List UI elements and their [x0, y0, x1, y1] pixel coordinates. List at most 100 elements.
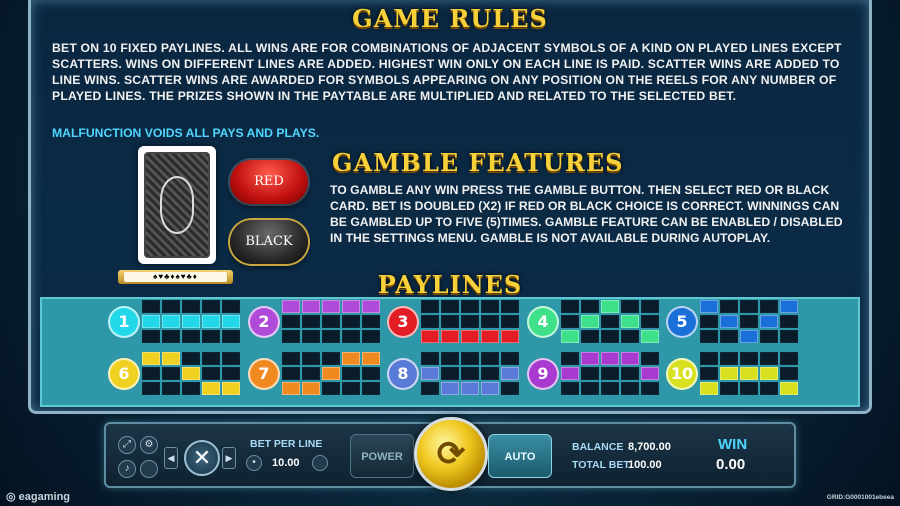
- payline-cell: [322, 352, 340, 365]
- payline-cell: [461, 352, 479, 365]
- payline-9: 9: [527, 352, 665, 396]
- payline-cell: [362, 315, 380, 328]
- next-page-arrow-icon[interactable]: ▶: [222, 447, 236, 469]
- spin-arrows-icon: ⟳: [436, 435, 466, 473]
- payline-cell: [501, 382, 519, 395]
- payline-cell: [621, 315, 639, 328]
- payline-grid: [561, 300, 661, 344]
- payline-grid: [700, 300, 800, 344]
- payline-cell: [481, 367, 499, 380]
- payline-cell: [760, 352, 778, 365]
- payline-grid: [282, 352, 382, 396]
- payline-cell: [481, 315, 499, 328]
- payline-cell: [202, 330, 220, 343]
- bet-decrease-icon[interactable]: •: [246, 455, 262, 471]
- payline-cell: [202, 300, 220, 313]
- payline-cell: [441, 300, 459, 313]
- previous-page-arrow-icon[interactable]: ◀: [164, 447, 178, 469]
- payline-cell: [421, 315, 439, 328]
- payline-cell: [740, 382, 758, 395]
- payline-cell: [142, 300, 160, 313]
- logo-text: eagaming: [18, 491, 71, 503]
- win-value: 0.00: [716, 456, 746, 473]
- payline-cell: [182, 315, 200, 328]
- payline-number: 3: [387, 306, 419, 338]
- payline-cell: [740, 330, 758, 343]
- payline-cell: [342, 300, 360, 313]
- payline-cell: [561, 382, 579, 395]
- payline-cell: [481, 330, 499, 343]
- malfunction-notice: MALFUNCTION VOIDS ALL PAYS AND PLAYS.: [52, 126, 320, 140]
- payline-cell: [481, 352, 499, 365]
- payline-cell: [302, 382, 320, 395]
- payline-number: 2: [248, 306, 280, 338]
- payline-cell: [581, 367, 599, 380]
- sound-icon[interactable]: ♪: [118, 460, 136, 478]
- power-button[interactable]: POWER: [350, 434, 414, 478]
- payline-cell: [700, 367, 718, 380]
- payline-cell: [780, 315, 798, 328]
- help-icon[interactable]: [140, 460, 158, 478]
- payline-cell: [700, 330, 718, 343]
- auto-button[interactable]: AUTO: [488, 434, 552, 478]
- payline-cell: [222, 367, 240, 380]
- card-back-image: [138, 146, 216, 264]
- payline-grid: [421, 352, 521, 396]
- payline-cell: [581, 330, 599, 343]
- payline-number: 10: [666, 358, 698, 390]
- payline-cell: [162, 352, 180, 365]
- spin-button[interactable]: ⟳: [414, 417, 488, 491]
- payline-cell: [222, 315, 240, 328]
- payline-cell: [740, 300, 758, 313]
- payline-cell: [222, 352, 240, 365]
- payline-grid: [700, 352, 800, 396]
- payline-cell: [322, 315, 340, 328]
- payline-cell: [162, 315, 180, 328]
- payline-cell: [202, 315, 220, 328]
- payline-cell: [322, 330, 340, 343]
- close-button[interactable]: ✕: [184, 440, 220, 476]
- total-bet-value: 100.00: [628, 459, 662, 471]
- payline-cell: [142, 352, 160, 365]
- balance-label: BALANCE: [572, 441, 624, 453]
- payline-5: 5: [666, 300, 804, 344]
- payline-number: 5: [666, 306, 698, 338]
- paylines-title: PAYLINES: [377, 270, 523, 299]
- payline-cell: [481, 382, 499, 395]
- payline-cell: [282, 330, 300, 343]
- black-button[interactable]: BLACK: [230, 220, 308, 264]
- payline-cell: [362, 300, 380, 313]
- payline-cell: [501, 300, 519, 313]
- payline-grid: [142, 300, 242, 344]
- payline-cell: [581, 300, 599, 313]
- payline-cell: [581, 382, 599, 395]
- payline-cell: [282, 367, 300, 380]
- payline-cell: [501, 330, 519, 343]
- fullscreen-icon[interactable]: ⤢: [118, 436, 136, 454]
- payline-cell: [421, 330, 439, 343]
- payline-cell: [740, 367, 758, 380]
- payline-cell: [421, 382, 439, 395]
- settings-gear-icon[interactable]: ⚙: [140, 436, 158, 454]
- payline-number: 6: [108, 358, 140, 390]
- payline-cell: [780, 382, 798, 395]
- payline-cell: [441, 367, 459, 380]
- payline-number: 4: [527, 306, 559, 338]
- payline-cell: [302, 330, 320, 343]
- payline-grid: [421, 300, 521, 344]
- payline-cell: [760, 382, 778, 395]
- payline-cell: [561, 367, 579, 380]
- payline-number: 1: [108, 306, 140, 338]
- payline-cell: [700, 352, 718, 365]
- payline-cell: [641, 382, 659, 395]
- payline-cell: [162, 367, 180, 380]
- bet-increase-icon[interactable]: [312, 455, 328, 471]
- payline-cell: [441, 330, 459, 343]
- payline-cell: [501, 315, 519, 328]
- payline-1: 1: [108, 300, 246, 344]
- payline-cell: [760, 315, 778, 328]
- payline-cell: [182, 352, 200, 365]
- payline-cell: [202, 382, 220, 395]
- payline-cell: [740, 352, 758, 365]
- red-button[interactable]: RED: [230, 160, 308, 204]
